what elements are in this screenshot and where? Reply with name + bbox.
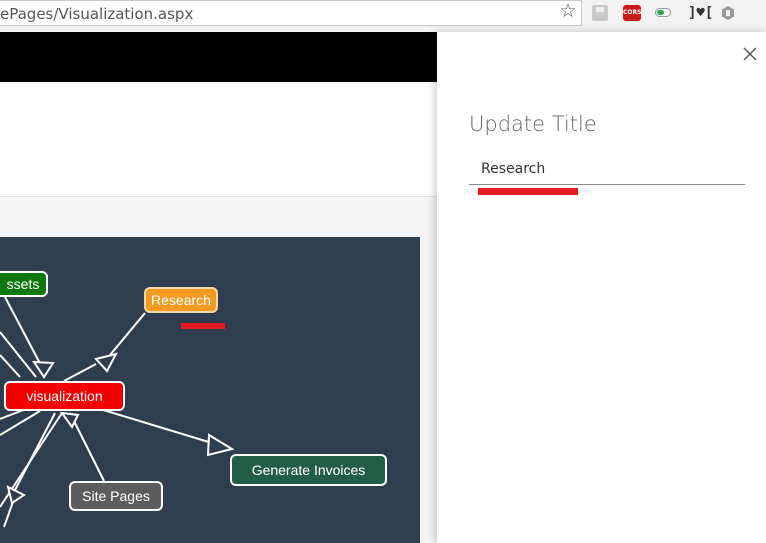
address-bar[interactable]: ePages/Visualization.aspx [0, 0, 582, 26]
visualization-canvas[interactable]: ssets Research visualization Generate In… [0, 237, 420, 543]
bracket-extension-icon[interactable]: ]♥[ [688, 5, 713, 21]
edge-left-viz-1 [0, 331, 37, 378]
arrowhead-assets [32, 360, 55, 379]
url-text[interactable]: ePages/Visualization.aspx [0, 5, 193, 23]
save-extension-icon[interactable] [592, 5, 608, 21]
edge-viz-left-1 [0, 410, 41, 436]
edge-left-viz-2 [0, 354, 21, 378]
edge-viz-sitepages [69, 412, 105, 482]
app-header [0, 32, 437, 82]
edge-research-viz-2 [63, 363, 97, 382]
node-site-pages[interactable]: Site Pages [69, 481, 163, 511]
arrowhead-invoices [206, 433, 235, 457]
close-icon[interactable] [742, 46, 758, 62]
star-icon[interactable]: ☆ [558, 2, 578, 22]
input-highlight-underline [478, 188, 578, 195]
edge-research-viz [109, 312, 146, 356]
node-visualization[interactable]: visualization [4, 381, 125, 411]
browser-toolbar: ePages/Visualization.aspx ☆ CORS ]♥[ [0, 0, 766, 32]
hexagon-extension-icon[interactable] [720, 5, 736, 21]
node-generate-invoices[interactable]: Generate Invoices [230, 454, 387, 486]
title-input[interactable] [469, 153, 745, 185]
cors-extension-icon[interactable]: CORS [623, 5, 641, 21]
node-assets[interactable]: ssets [0, 271, 48, 297]
edge-viz-invoices [99, 408, 213, 444]
arrowhead-research [94, 352, 118, 373]
command-bar [0, 196, 437, 238]
toggle-extension-icon[interactable] [655, 8, 671, 17]
node-research[interactable]: Research [144, 287, 218, 313]
update-title-panel: Update Title [437, 32, 766, 543]
edge-viz-down [13, 412, 56, 493]
page-content [0, 82, 437, 196]
edge-assets-viz [4, 296, 45, 372]
research-highlight-underline [181, 323, 225, 329]
panel-title: Update Title [469, 112, 597, 136]
